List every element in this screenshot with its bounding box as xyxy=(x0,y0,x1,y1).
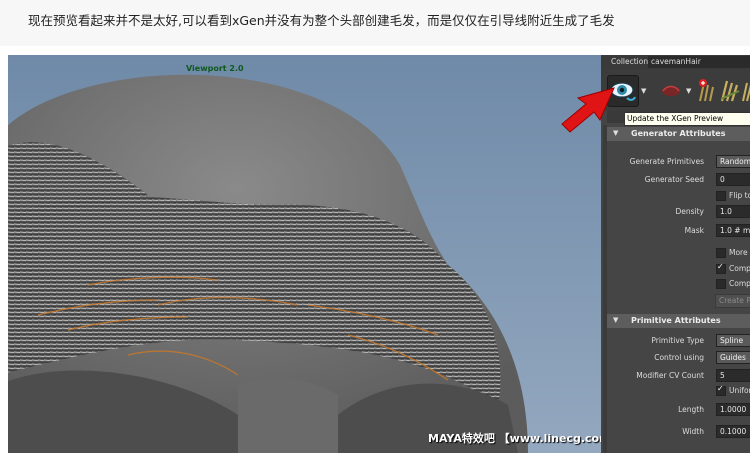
section-title: Primitive Attributes xyxy=(631,316,721,325)
grass-icon[interactable] xyxy=(719,77,741,103)
xgen-toolbar: ▼ ▼ xyxy=(601,69,750,111)
flip-label: Flip to xyxy=(729,191,750,200)
xgen-panel: Collection cavemanHair ▼ ▼ ▼ Generator A… xyxy=(601,55,750,453)
caption-bar: 现在预览看起来并不是太好,可以看到xGen并没有为整个头部创建毛发，而是仅仅在引… xyxy=(0,0,750,46)
generate-primitives-dropdown[interactable]: Random xyxy=(716,155,750,168)
more-label: More xyxy=(729,248,748,257)
modifier-cv-label: Modifier CV Count xyxy=(636,371,704,380)
density-field[interactable]: 1.0 xyxy=(716,205,750,218)
primitive-attributes-header[interactable]: ▼ Primitive Attributes xyxy=(607,314,750,328)
flip-checkbox[interactable] xyxy=(716,191,726,201)
dropdown-arrow-icon[interactable]: ▼ xyxy=(686,87,691,95)
create-button[interactable]: Create P xyxy=(715,294,750,308)
primitive-type-label: Primitive Type xyxy=(651,336,704,345)
primitive-type-dropdown[interactable]: Spline xyxy=(716,334,750,347)
width-label: Width xyxy=(682,427,704,436)
generator-attributes-header[interactable]: ▼ Generator Attributes xyxy=(607,127,750,141)
viewport-scene xyxy=(8,74,528,453)
collection-dropdown[interactable]: cavemanHair xyxy=(648,56,750,68)
generator-seed-field[interactable]: 0 xyxy=(716,173,750,186)
comp2-checkbox[interactable] xyxy=(716,279,726,289)
mask-field[interactable]: 1.0 # ma xyxy=(716,224,750,237)
length-label: Length xyxy=(678,405,704,414)
generate-primitives-label: Generate Primitives xyxy=(629,157,704,166)
maya-viewport[interactable]: Viewport 2.0 xyxy=(8,55,601,453)
comp1-checkbox[interactable] xyxy=(716,262,726,274)
length-field[interactable]: 1.0000 xyxy=(716,403,750,416)
width-field[interactable]: 0.1000 xyxy=(716,425,750,438)
modifier-cv-field[interactable]: 5 xyxy=(716,369,750,382)
collapse-triangle-icon: ▼ xyxy=(613,316,619,324)
mask-label: Mask xyxy=(684,226,704,235)
collection-label: Collection xyxy=(611,57,649,66)
density-label: Density xyxy=(675,207,704,216)
annotation-arrow-icon xyxy=(561,87,615,133)
viewport-label: Viewport 2.0 xyxy=(186,64,244,73)
control-using-label: Control using xyxy=(654,353,704,362)
uniform-checkbox[interactable] xyxy=(716,384,726,396)
comp2-label: Comp xyxy=(729,279,750,288)
control-using-dropdown[interactable]: Guides xyxy=(716,351,750,364)
collection-bar: Collection cavemanHair xyxy=(601,55,750,69)
uniform-label: Unifor xyxy=(729,386,750,395)
update-preview-tooltip: Update the XGen Preview xyxy=(624,112,750,126)
generator-seed-label: Generator Seed xyxy=(644,175,704,184)
comp1-label: Comp xyxy=(729,264,750,273)
section-title: Generator Attributes xyxy=(631,129,726,138)
paint-icon[interactable] xyxy=(659,81,683,99)
more-checkbox[interactable] xyxy=(716,248,726,258)
guides-icon[interactable] xyxy=(741,77,750,103)
caption-text: 现在预览看起来并不是太好,可以看到xGen并没有为整个头部创建毛发，而是仅仅在引… xyxy=(28,13,615,28)
add-description-icon[interactable] xyxy=(696,77,718,103)
dropdown-arrow-icon[interactable]: ▼ xyxy=(641,87,646,95)
